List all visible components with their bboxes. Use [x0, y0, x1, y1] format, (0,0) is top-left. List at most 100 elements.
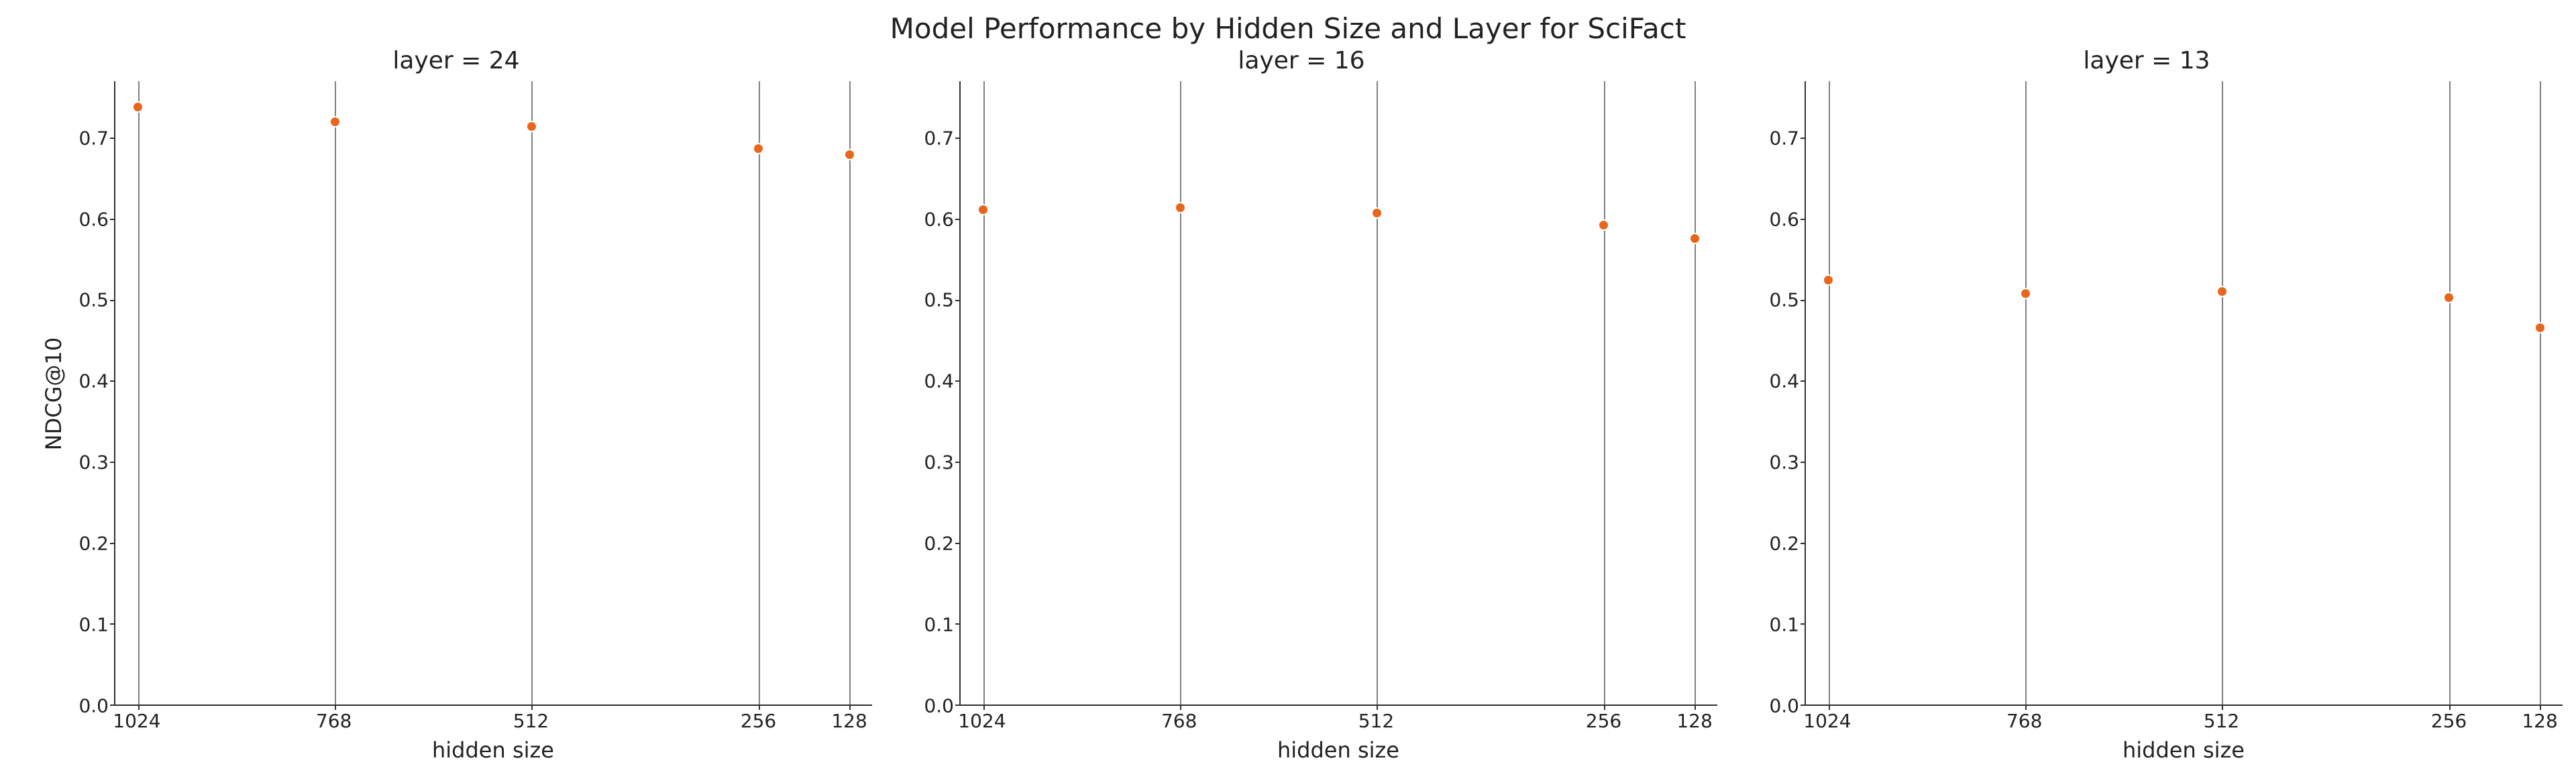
y-axis-label-container: NDCG@10	[40, 81, 67, 706]
x-tick-label: 1024	[113, 710, 160, 732]
y-tick-label: 0.3	[1769, 452, 1799, 474]
panels-row: layer = 24 NDCG@10 0.00.10.20.30.40.50.6…	[40, 47, 2563, 763]
y-tick-mark	[110, 219, 115, 220]
y-tick-mark	[1801, 543, 1806, 544]
category-gridline	[2222, 81, 2223, 704]
y-tick-label: 0.1	[1769, 614, 1799, 636]
y-tick-mark	[1801, 623, 1806, 625]
category-gridline	[2025, 81, 2027, 704]
data-point	[1175, 202, 1186, 213]
x-tick-label: 128	[1676, 710, 1712, 732]
y-tick-label: 0.3	[78, 452, 109, 474]
y-tick-labels: 0.00.10.20.30.40.50.60.7	[67, 81, 114, 706]
panel-layer-13: layer = 13 0.00.10.20.30.40.50.60.7 1024…	[1731, 47, 2563, 763]
figure: Model Performance by Hidden Size and Lay…	[0, 0, 2576, 783]
y-tick-mark	[1801, 219, 1806, 220]
y-tick-labels: 0.00.10.20.30.40.50.60.7	[912, 81, 959, 706]
y-tick-mark	[955, 462, 961, 463]
category-gridline	[1829, 81, 1830, 704]
category-gridline	[138, 81, 140, 704]
data-point	[132, 101, 144, 113]
panel-title: layer = 24	[40, 47, 872, 74]
y-tick-mark	[1801, 138, 1806, 139]
plot-area	[959, 81, 1717, 706]
x-tick-label: 1024	[1803, 710, 1851, 732]
y-tick-label: 0.6	[78, 208, 109, 230]
panel-title: layer = 16	[885, 47, 1717, 74]
category-gridline	[531, 81, 533, 704]
y-tick-label: 0.5	[924, 289, 954, 311]
x-tick-row: 1024768512256128	[885, 706, 1717, 736]
category-gridline	[759, 81, 760, 704]
y-tick-label: 0.1	[78, 614, 109, 636]
y-tick-label: 0.1	[924, 614, 954, 636]
plot-row: 0.00.10.20.30.40.50.60.7	[885, 81, 1717, 706]
y-tick-mark	[110, 300, 115, 301]
plot-row: NDCG@10 0.00.10.20.30.40.50.60.7	[40, 81, 872, 706]
x-tick-label: 256	[741, 710, 776, 732]
y-tick-label: 0.4	[78, 370, 109, 393]
x-tick-label: 768	[316, 710, 352, 732]
x-tick-label: 128	[831, 710, 867, 732]
x-tick-row: 1024 768 512 256 128	[40, 706, 872, 736]
y-tick-mark	[955, 380, 961, 382]
category-gridline	[983, 81, 985, 704]
y-tick-label: 0.7	[924, 127, 954, 149]
x-tick-row: 1024768512256128	[1731, 706, 2563, 736]
y-tick-mark	[955, 219, 961, 220]
data-point	[2443, 292, 2455, 303]
y-axis-label-container	[1731, 81, 1758, 706]
y-tick-mark	[955, 623, 961, 625]
y-tick-label: 0.2	[924, 533, 954, 555]
data-point	[1823, 274, 1834, 286]
y-tick-label: 0.7	[78, 127, 109, 149]
x-tick-label: 768	[1161, 710, 1197, 732]
panel-layer-24: layer = 24 NDCG@10 0.00.10.20.30.40.50.6…	[40, 47, 872, 763]
data-point	[2216, 286, 2228, 297]
x-tick-label: 512	[513, 710, 549, 732]
y-tick-mark	[955, 300, 961, 301]
y-tick-mark	[1801, 300, 1806, 301]
y-tick-labels: 0.00.10.20.30.40.50.60.7	[1758, 81, 1805, 706]
category-gridline	[2540, 81, 2541, 704]
y-tick-label: 0.4	[1769, 370, 1799, 393]
y-tick-label: 0.2	[1769, 533, 1799, 555]
data-point	[1371, 207, 1383, 219]
y-tick-label: 0.4	[924, 370, 954, 393]
y-axis-label: NDCG@10	[41, 337, 66, 450]
data-point	[1689, 233, 1701, 244]
panel-title: layer = 13	[1731, 47, 2563, 74]
plot-area	[114, 81, 872, 706]
figure-suptitle: Model Performance by Hidden Size and Lay…	[0, 12, 2576, 45]
data-point	[2020, 288, 2031, 299]
y-tick-mark	[110, 543, 115, 544]
x-tick-label: 128	[2522, 710, 2557, 732]
plot-area	[1805, 81, 2563, 706]
y-tick-mark	[110, 138, 115, 139]
category-gridline	[2449, 81, 2451, 704]
x-tick-labels: 1024768512256128	[959, 706, 1717, 736]
y-tick-label: 0.7	[1769, 127, 1799, 149]
category-gridline	[1695, 81, 1696, 704]
x-tick-label: 768	[2006, 710, 2042, 732]
data-point	[329, 116, 341, 127]
y-tick-label: 0.6	[924, 208, 954, 230]
plot-row: 0.00.10.20.30.40.50.60.7	[1731, 81, 2563, 706]
y-tick-mark	[110, 623, 115, 625]
x-tick-labels: 1024768512256128	[1805, 706, 2563, 736]
x-tick-label: 512	[2204, 710, 2239, 732]
y-tick-label: 0.5	[78, 289, 109, 311]
category-gridline	[335, 81, 336, 704]
x-tick-label: 512	[1358, 710, 1394, 732]
x-axis-label: hidden size	[959, 737, 1717, 763]
category-gridline	[849, 81, 851, 704]
panel-layer-16: layer = 16 0.00.10.20.30.40.50.60.7 1024…	[885, 47, 1717, 763]
y-tick-label: 0.3	[924, 452, 954, 474]
x-tick-labels: 1024 768 512 256 128	[114, 706, 872, 736]
data-point	[844, 149, 855, 160]
data-point	[977, 204, 989, 215]
x-tick-label: 256	[1586, 710, 1621, 732]
x-axis-label: hidden size	[1805, 737, 2563, 763]
y-tick-mark	[1801, 380, 1806, 382]
category-gridline	[1180, 81, 1181, 704]
